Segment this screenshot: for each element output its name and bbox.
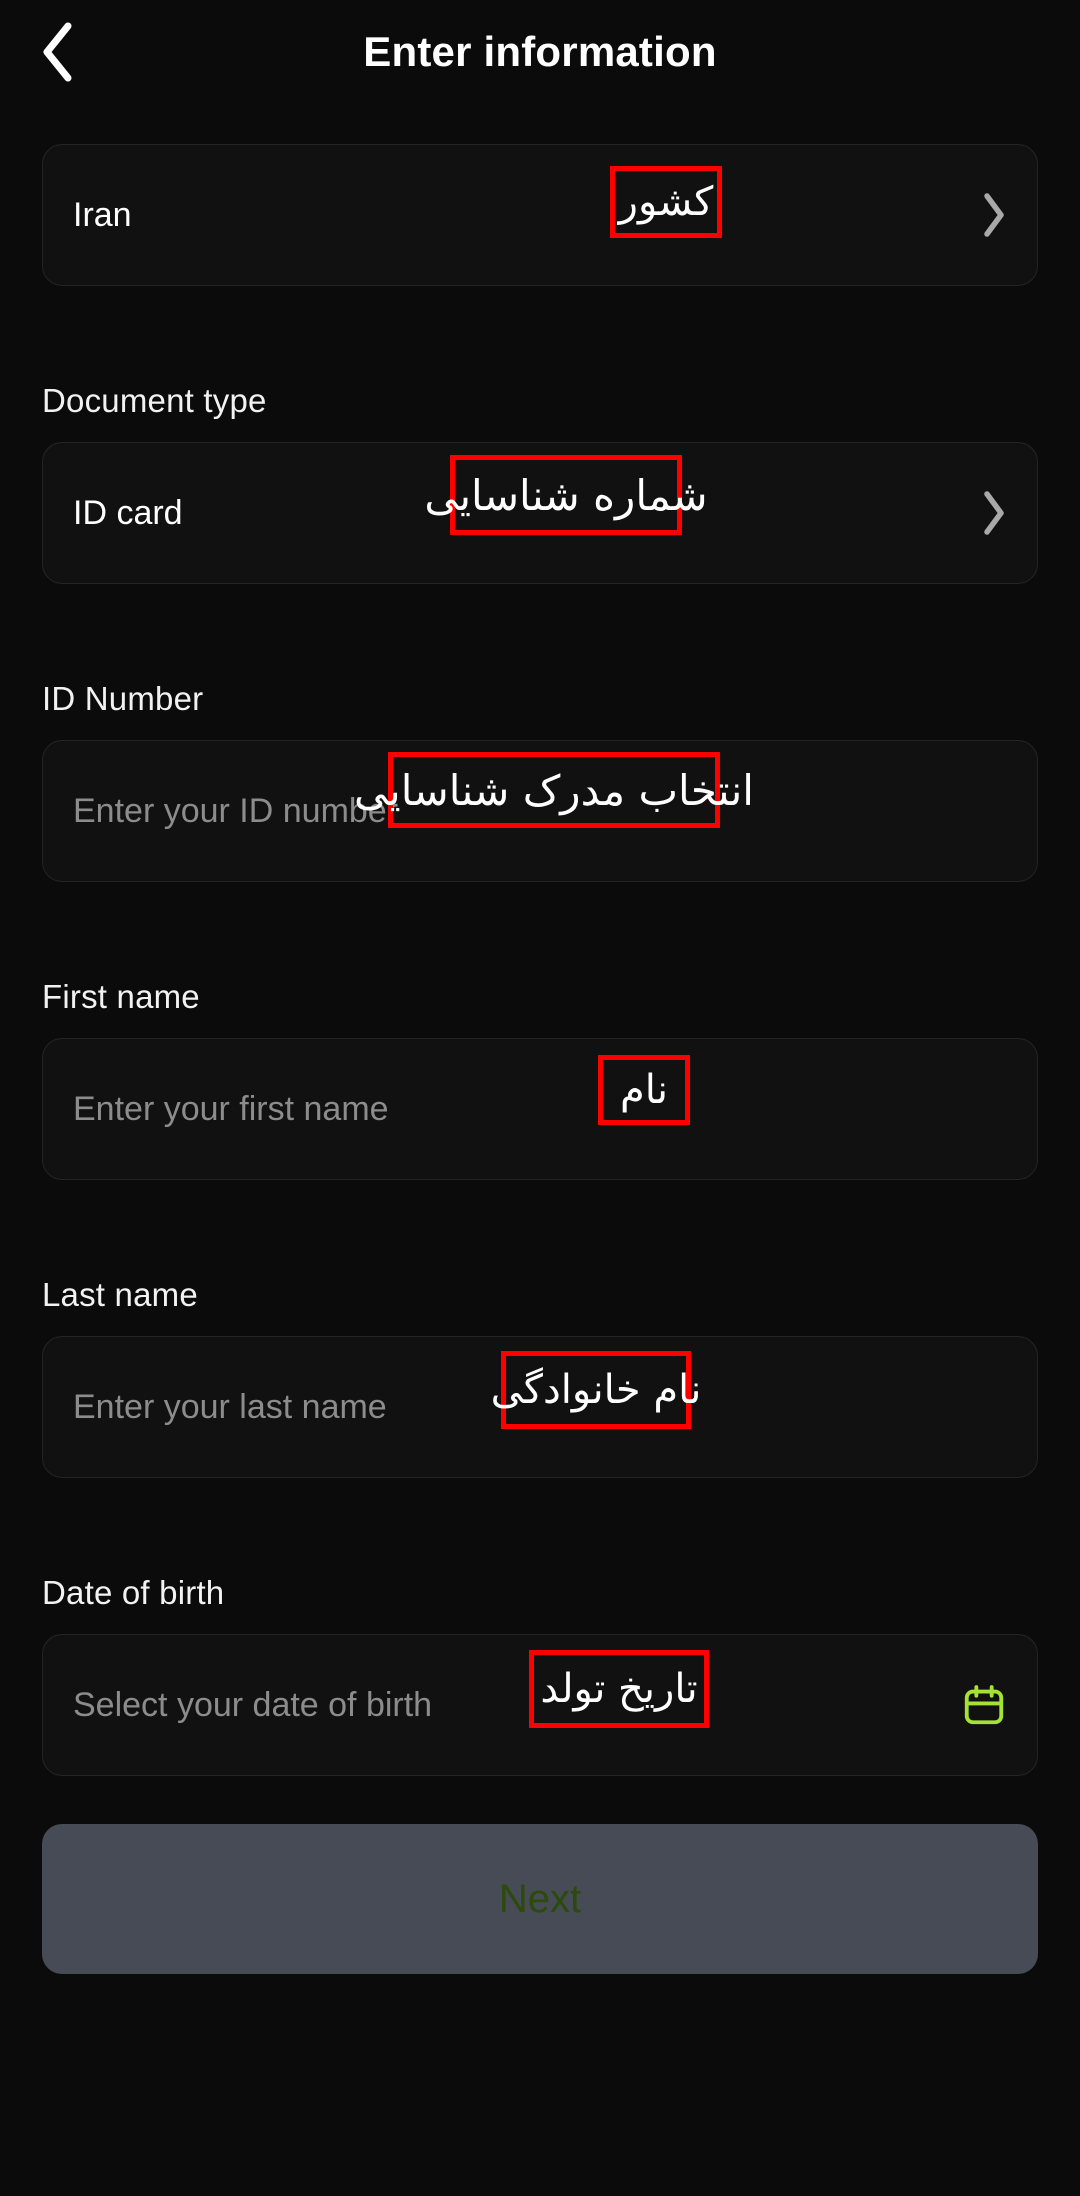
first-name-placeholder: Enter your first name [73,1089,389,1128]
next-button-label: Next [498,1876,582,1921]
date-of-birth-trailing [951,1682,1007,1728]
field-group-date-of-birth: Date of birth Select your date of birth … [42,1574,1038,1776]
calendar-icon[interactable] [961,1682,1007,1728]
id-number-field[interactable]: Enter your ID number [42,740,1038,882]
page-title: Enter information [363,28,717,75]
first-name-field[interactable]: Enter your first name [42,1038,1038,1180]
id-number-placeholder: Enter your ID number [73,791,399,830]
last-name-label: Last name [42,1276,198,1313]
information-form: Iran کشور Document type ID card شماره شن… [0,144,1080,1776]
document-type-label: Document type [42,382,267,419]
next-button[interactable]: Next [42,1824,1038,1974]
last-name-field[interactable]: Enter your last name [42,1336,1038,1478]
document-type-selector[interactable]: ID card [42,442,1038,584]
date-of-birth-label: Date of birth [42,1574,225,1611]
field-group-country: Iran کشور [42,144,1038,286]
country-trailing [967,191,1007,239]
chevron-left-icon [38,20,76,84]
field-group-document-type: Document type ID card شماره شناسایی [42,382,1038,584]
country-selector[interactable]: Iran [42,144,1038,286]
field-group-id-number: ID Number Enter your ID number انتخاب مد… [42,680,1038,882]
field-group-last-name: Last name Enter your last name نام خانوا… [42,1276,1038,1478]
country-value: Iran [73,195,132,234]
chevron-right-icon[interactable] [981,489,1007,537]
document-type-value: ID card [73,493,183,532]
back-button[interactable] [22,17,92,87]
first-name-label: First name [42,978,200,1015]
enter-information-screen: Enter information Iran کشور Document typ… [0,0,1080,2196]
date-of-birth-placeholder: Select your date of birth [73,1685,433,1724]
footer-actions: Next [0,1824,1080,1974]
id-number-label: ID Number [42,680,204,717]
field-group-first-name: First name Enter your first name نام [42,978,1038,1180]
app-header: Enter information [0,0,1080,104]
chevron-right-icon[interactable] [981,191,1007,239]
document-type-trailing [967,489,1007,537]
last-name-placeholder: Enter your last name [73,1387,387,1426]
date-of-birth-field[interactable]: Select your date of birth [42,1634,1038,1776]
